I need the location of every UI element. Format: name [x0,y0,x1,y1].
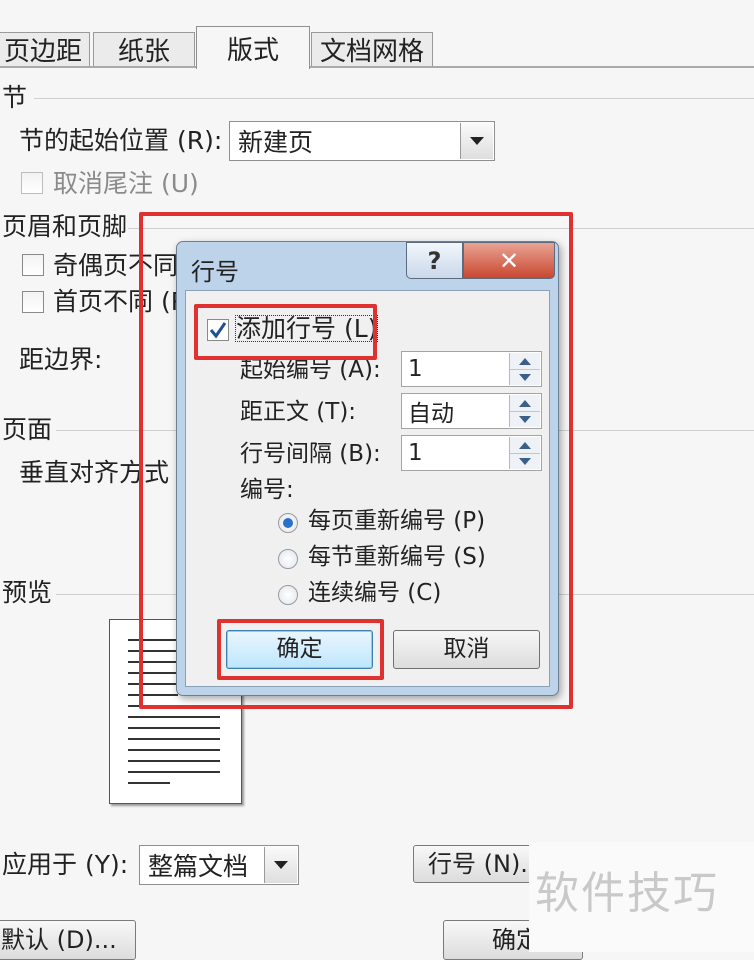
dialog-title: 行号 [191,258,239,286]
highlight-add-line-numbers [194,304,377,360]
spinner-arrows [509,353,540,385]
first-page-checkbox[interactable] [22,291,44,313]
divider [34,98,754,99]
preview-group-header: 预览 [2,578,53,607]
restart-each-page-label: 每页重新编号 (P) [308,508,486,534]
count-by-value: 1 [408,440,423,466]
tab-label: 纸张 [117,37,170,67]
start-at-spinner[interactable]: 1 [401,351,542,387]
odd-even-checkbox[interactable] [22,254,44,276]
dialog-cancel-label: 取消 [443,636,490,662]
arrow-up-icon [519,357,531,365]
chevron-down-icon [470,137,484,145]
default-button-label: 默认 (D)... [1,926,117,954]
dialog-cancel-button[interactable]: 取消 [393,630,540,669]
spinner-arrows [509,395,540,427]
suppress-endnotes-checkbox[interactable] [21,172,43,194]
section-group-header: 节 [2,83,28,112]
highlight-ok-button [217,619,384,680]
restart-each-page-radio[interactable] [278,513,298,533]
close-button[interactable]: ✕ [463,242,555,279]
tab-document-grid[interactable]: 文档网格 [311,32,433,67]
spin-up-button[interactable] [510,437,540,454]
page-group-header: 页面 [2,415,53,444]
restart-each-section-radio[interactable] [278,549,298,569]
spin-down-button[interactable] [510,369,540,385]
help-button[interactable]: ? [406,242,463,279]
arrow-down-icon [519,457,531,465]
start-at-value: 1 [408,356,423,382]
count-by-label: 行号间隔 (B): [240,441,381,467]
tab-label: 版式 [226,35,279,66]
spin-down-button[interactable] [510,411,540,427]
section-start-value: 新建页 [238,128,314,157]
chevron-down-icon [274,861,288,869]
spinner-arrows [509,437,540,469]
suppress-endnotes-label: 取消尾注 (U) [53,169,199,198]
arrow-up-icon [519,399,531,407]
start-at-label: 起始编号 (A): [240,357,381,383]
tab-label: 页边距 [3,37,82,67]
dropdown-button[interactable] [460,123,493,159]
tab-label: 文档网格 [319,37,424,67]
numbering-label: 编号: [240,477,294,503]
spin-down-button[interactable] [510,453,540,469]
dropdown-button[interactable] [264,847,297,883]
section-start-label: 节的起始位置 (R): [19,126,223,155]
restart-each-section-label: 每节重新编号 (S) [308,544,486,570]
section-start-select[interactable]: 新建页 [229,121,495,161]
continuous-radio[interactable] [278,585,298,605]
count-by-spinner[interactable]: 1 [401,435,542,471]
tab-paper[interactable]: 纸张 [93,32,195,67]
default-button[interactable]: 默认 (D)... [0,920,136,960]
tab-margins[interactable]: 页边距 [0,32,90,67]
apply-to-select[interactable]: 整篇文档 [139,845,299,885]
spin-up-button[interactable] [510,395,540,412]
from-text-label: 距正文 (T): [240,399,357,425]
apply-to-value: 整篇文档 [148,852,249,881]
arrow-down-icon [519,415,531,423]
headers-footers-group-header: 页眉和页脚 [2,212,128,241]
from-edge-label: 距边界: [19,345,103,374]
from-text-value: 自动 [408,401,454,427]
arrow-down-icon [519,373,531,381]
close-icon: ✕ [498,246,520,275]
arrow-up-icon [519,441,531,449]
continuous-label: 连续编号 (C) [308,580,442,606]
spin-up-button[interactable] [510,353,540,370]
apply-to-label: 应用于 (Y): [2,850,129,879]
tab-layout[interactable]: 版式 [196,26,310,69]
from-text-spinner[interactable]: 自动 [401,393,542,429]
help-icon: ? [427,246,442,275]
watermark-text: 软件技巧 [535,868,719,919]
line-numbers-button-label: 行号 (N)... [428,850,544,878]
